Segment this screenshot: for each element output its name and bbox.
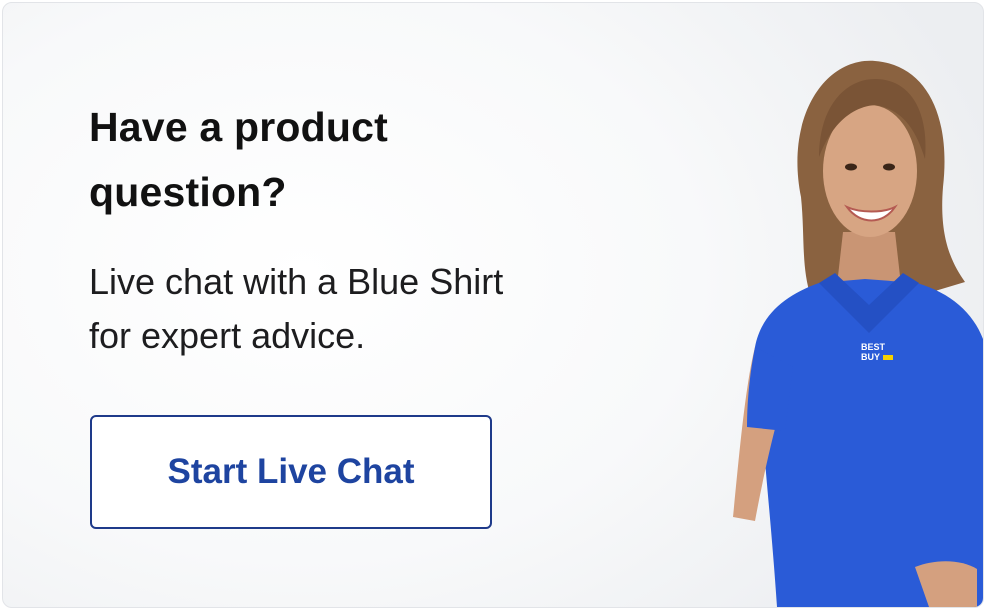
promo-subtext: Live chat with a Blue Shirt for expert a… [89, 255, 649, 363]
start-live-chat-button[interactable]: Start Live Chat [90, 415, 492, 529]
svg-text:BEST: BEST [861, 342, 886, 352]
svg-text:BUY: BUY [861, 352, 880, 362]
promo-headline: Have a product question? [89, 95, 609, 225]
live-chat-promo-card: Have a product question? Live chat with … [2, 2, 984, 608]
subtext-line-2: for expert advice. [89, 315, 366, 356]
headline-line-1: Have a product [89, 104, 388, 150]
blue-shirt-associate-image: BEST BUY [715, 47, 983, 607]
subtext-line-1: Live chat with a Blue Shirt [89, 261, 504, 302]
headline-line-2: question? [89, 169, 287, 215]
